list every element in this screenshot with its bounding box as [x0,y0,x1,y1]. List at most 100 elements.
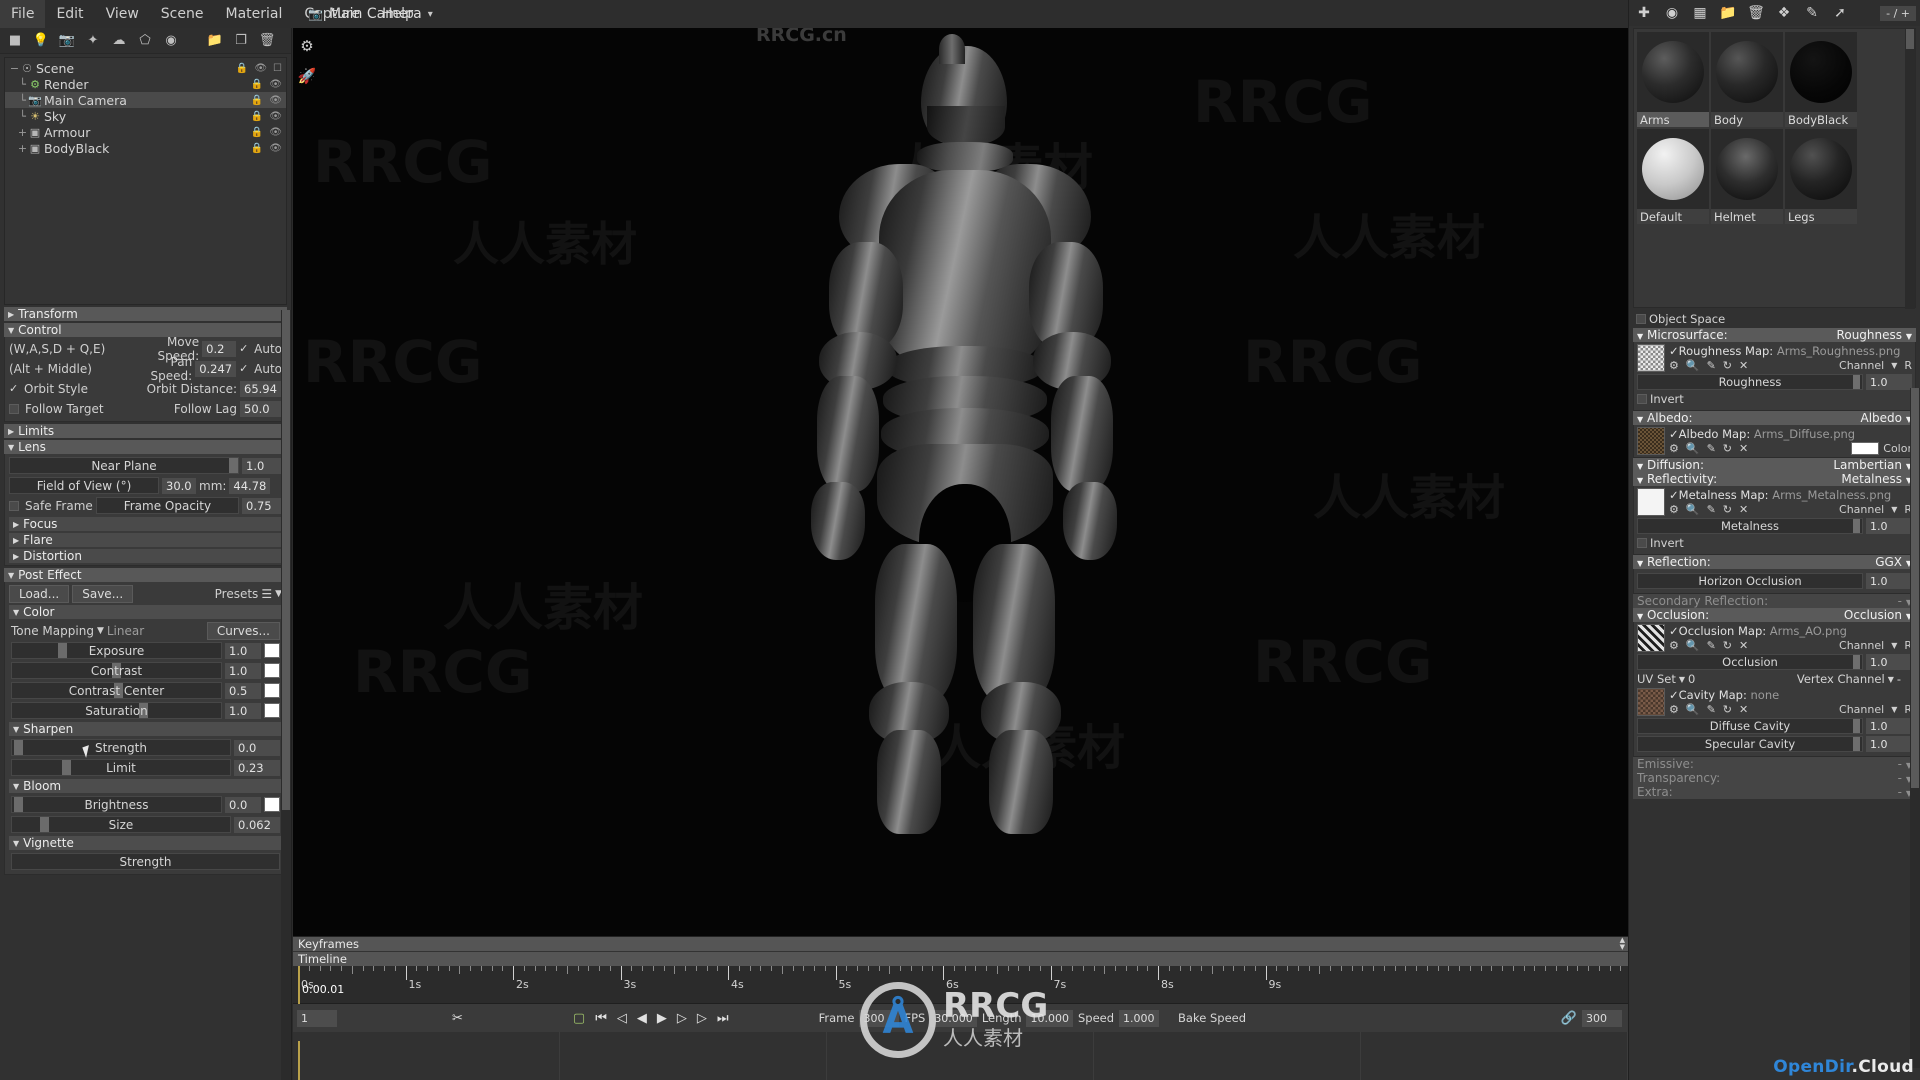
orbit-style-label[interactable]: Orbit Style [24,382,88,396]
hamburger-icon[interactable]: ☰ [261,587,272,601]
track-cell[interactable] [293,1032,560,1080]
tree-node-scene[interactable]: − ☉ Scene 🔒 👁 ☐ [5,60,286,76]
material-cell-default[interactable]: Default [1637,129,1709,224]
contrast-center-value[interactable]: 0.5 [225,682,261,699]
timeline-tracks[interactable] [293,1032,1628,1080]
section-distortion-header[interactable]: ▶ Distortion [9,549,282,563]
section-mode[interactable]: - [1898,771,1902,785]
load-preset-button[interactable]: Load... [9,584,70,603]
lock-icon[interactable]: 🔒 [251,95,263,106]
section-microsurface-header[interactable]: ▼ Microsurface: Roughness ▼ [1633,328,1916,342]
section-mode[interactable]: - [1898,594,1902,608]
fps-value-field[interactable]: 30.000 [930,1009,977,1027]
collapse-expander[interactable]: − [9,62,20,75]
track-cell[interactable] [1094,1032,1361,1080]
check-icon[interactable]: ✓ [1669,624,1679,638]
safe-frame-label[interactable]: Safe Frame [25,499,93,513]
contrast-center-slider[interactable]: Contrast Center [11,682,222,699]
section-limits-header[interactable]: ▶ Limits [4,424,287,438]
slider-knob[interactable] [1853,519,1860,533]
metalness-invert-label[interactable]: Invert [1650,536,1684,550]
occlusion-map-file[interactable]: Arms_AO.png [1770,624,1847,638]
albedo-color-swatch[interactable] [1851,442,1880,455]
gear-icon[interactable]: ⚙ [1669,359,1679,372]
checker-icon[interactable]: ▦ [1691,5,1709,21]
folder-icon[interactable]: 📁 [204,30,226,52]
section-mode[interactable]: - [1898,757,1902,771]
section-mode[interactable]: - [1898,785,1902,799]
tree-row-icons[interactable]: 🔒 👁 [251,127,282,138]
reload-icon[interactable]: ↻ [1723,503,1732,516]
chevron-down-icon[interactable]: ▼ [1888,675,1894,684]
follow-target-checkbox[interactable] [9,403,19,414]
slider-knob[interactable] [1853,655,1860,669]
chevron-down-icon[interactable]: ▼ [1891,641,1897,650]
vertex-channel-value[interactable]: - [1897,672,1901,686]
orbit-distance-value[interactable]: 65.94 [240,380,282,397]
bloom-color-swatch[interactable] [264,797,280,812]
gear-icon[interactable]: ⚙ [297,36,317,56]
eye-icon[interactable]: 👁 [269,143,282,154]
lock-icon[interactable]: 🔒 [251,143,263,154]
check-icon[interactable]: ✓ [1669,688,1679,702]
section-vignette-header[interactable]: ▼ Vignette [9,836,282,850]
metalness-map-file[interactable]: Arms_Metalness.png [1772,488,1891,502]
expand-expander[interactable]: + [17,142,28,155]
reload-icon[interactable]: ↻ [1723,703,1732,716]
follow-target-label[interactable]: Follow Target [25,402,104,416]
material-counter[interactable]: - / + [1880,5,1916,21]
material-grid[interactable]: Arms Body BodyBlack Default Helmet Legs [1633,28,1916,309]
material-name[interactable]: Default [1637,209,1709,224]
play-forward-icon[interactable]: ▷ [692,1011,712,1026]
cavity-map-file[interactable]: none [1751,688,1780,702]
horizon-occlusion-slider[interactable]: Horizon Occlusion [1637,573,1863,589]
track-cell[interactable] [1361,1032,1628,1080]
material-name[interactable]: Legs [1785,209,1857,224]
bake-speed-label[interactable]: Bake Speed [1173,1011,1251,1025]
section-extra-header[interactable]: Extra: - ▼ [1633,785,1916,799]
close-icon[interactable]: ✕ [1739,359,1748,372]
chevron-down-icon[interactable]: ▼ [1891,705,1897,714]
3d-viewport[interactable]: ⚙ 🚀 RRCG.cn RRCG 人人素材 RRCG 人人素材 RRCG 人人素… [293,28,1628,936]
fog-icon[interactable]: ☁ [108,30,130,52]
track-cell[interactable] [560,1032,827,1080]
lock-icon[interactable]: 🔒 [251,79,263,90]
folder-icon[interactable]: 📁 [1719,5,1737,21]
material-cell-body[interactable]: Body [1711,32,1783,127]
material-name[interactable]: Helmet [1711,209,1783,224]
tree-row-icons[interactable]: 🔒 👁 ☐ [236,63,282,74]
contrast-value[interactable]: 1.0 [225,662,261,679]
left-panel-scrollbar[interactable] [281,310,291,1080]
section-occlusion-header[interactable]: ▼ Occlusion: Occlusion ▼ [1633,608,1916,622]
sharpen-limit-slider[interactable]: Limit [11,759,231,776]
eye-icon[interactable]: 👁 [254,63,267,74]
tree-node-render[interactable]: └ ⚙ Render 🔒 👁 [5,76,286,92]
keyframes-bar[interactable]: Keyframes ▲ ▼ [293,937,1628,951]
saturation-slider[interactable]: Saturation [11,702,222,719]
section-mode[interactable]: GGX [1875,555,1902,569]
saturation-color-swatch[interactable] [264,703,280,718]
section-emissive-header[interactable]: Emissive: - ▼ [1633,757,1916,771]
follow-lag-value[interactable]: 50.0 [240,400,282,417]
roughness-channel-value[interactable]: R [1904,359,1912,372]
exposure-slider[interactable]: Exposure [11,642,222,659]
material-cell-legs[interactable]: Legs [1785,129,1857,224]
edit-icon[interactable]: ✎ [1707,503,1716,516]
check-icon[interactable]: ✓ [1669,488,1679,502]
saturation-value[interactable]: 1.0 [225,702,261,719]
close-icon[interactable]: ✕ [1739,639,1748,652]
cube-icon[interactable]: ■ [4,30,26,52]
speed-value-field[interactable]: 1.000 [1119,1009,1160,1027]
step-back-icon[interactable]: ◁ [612,1011,632,1026]
timeline-bar[interactable]: Timeline [293,952,1628,966]
reload-icon[interactable]: ↻ [1723,442,1732,455]
section-mode[interactable]: Albedo [1861,411,1903,425]
metalness-invert-checkbox[interactable] [1637,538,1647,548]
object-space-label[interactable]: Object Space [1649,312,1725,326]
scene-tree[interactable]: − ☉ Scene 🔒 👁 ☐ └ ⚙ Render 🔒 👁 └ 📷 Main … [4,57,287,305]
menu-item-file[interactable]: File [0,0,46,28]
occlusion-slider[interactable]: Occlusion [1637,654,1863,670]
roughness-slider[interactable]: Roughness [1637,374,1863,390]
roughness-map-file[interactable]: Arms_Roughness.png [1777,344,1901,358]
menu-item-scene[interactable]: Scene [150,0,215,28]
